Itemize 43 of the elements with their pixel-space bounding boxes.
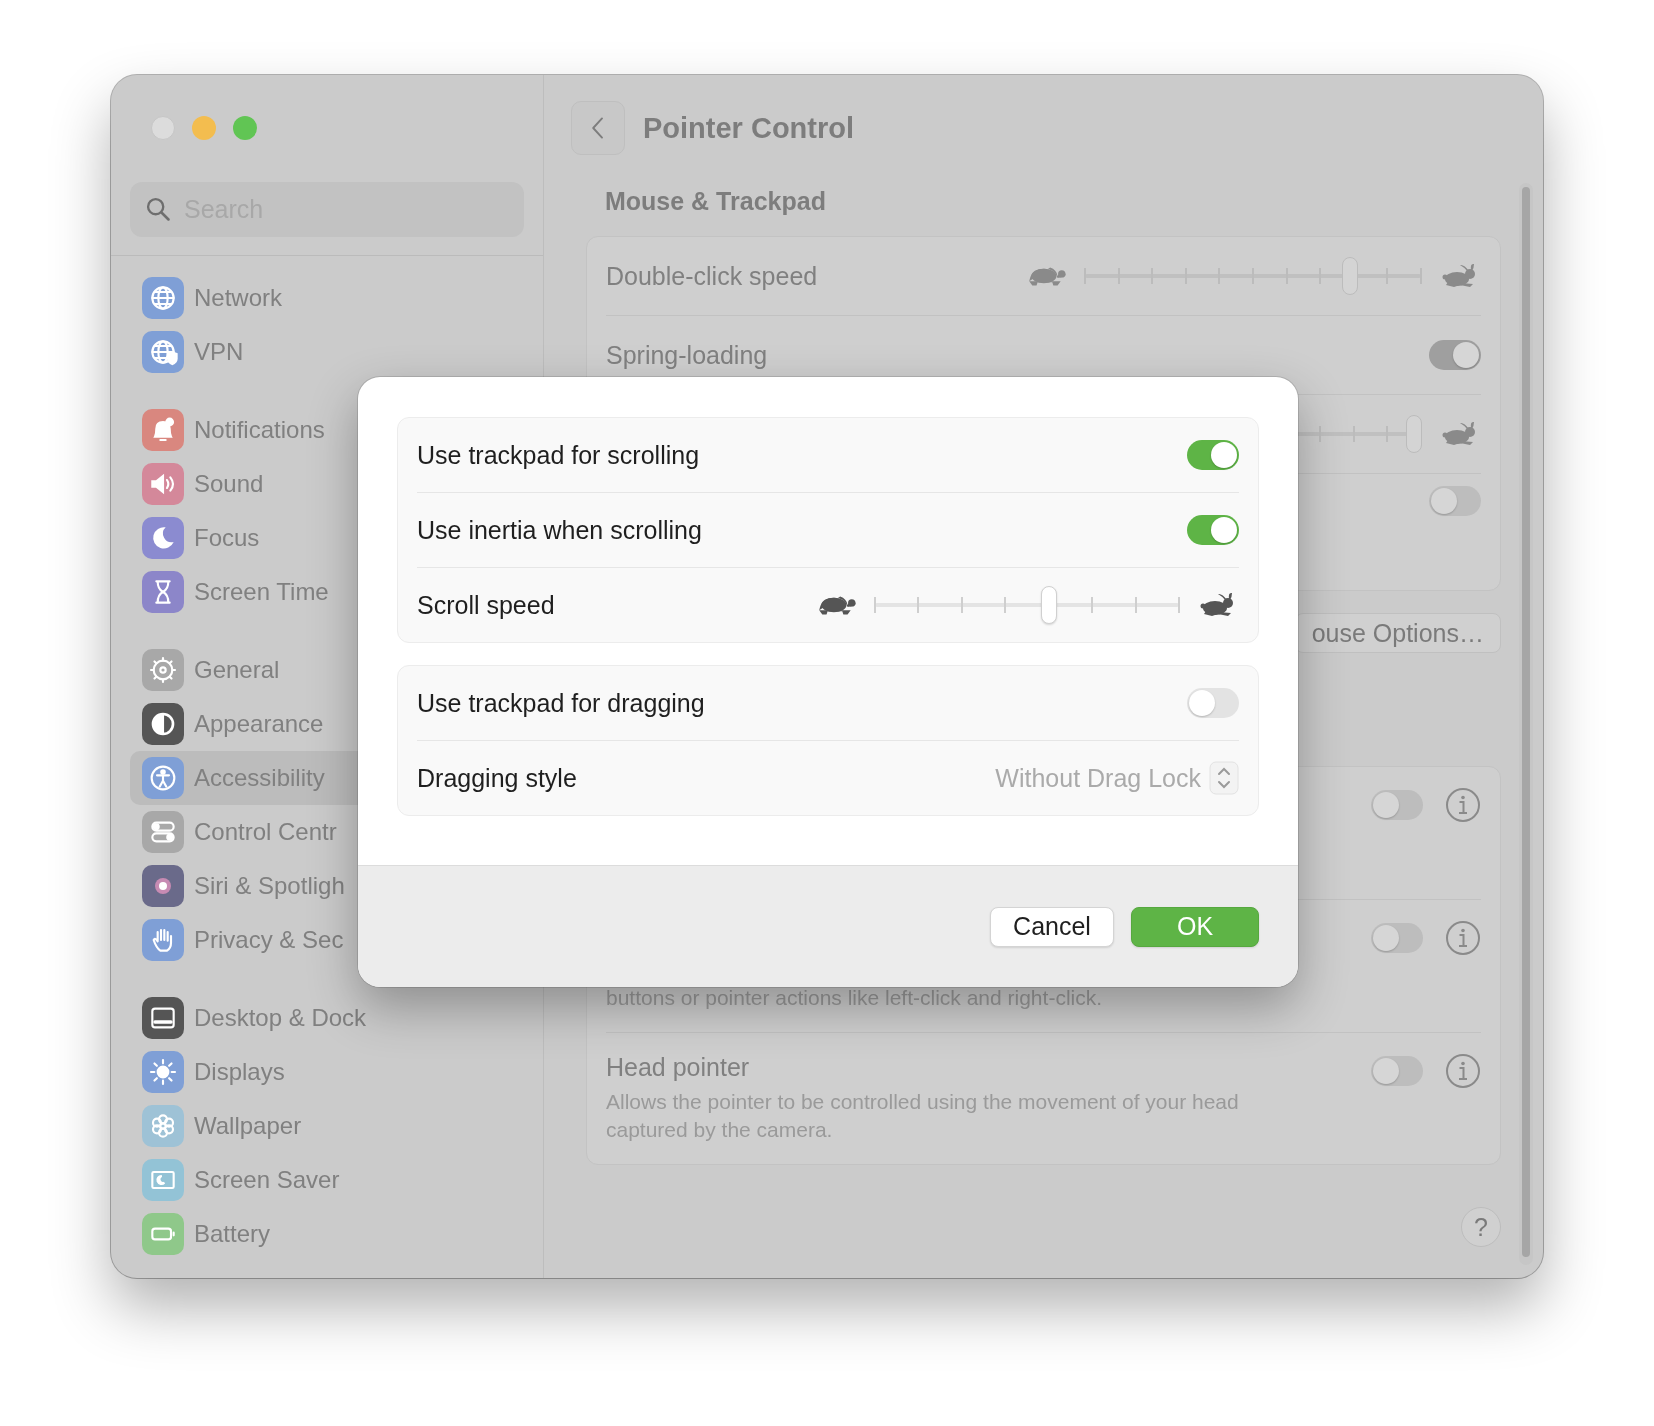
search-icon <box>144 195 172 223</box>
toggle-switch[interactable] <box>1371 923 1423 953</box>
setting-label: Spring-loading <box>606 340 768 370</box>
sidebar-item[interactable]: Control Centr <box>130 805 524 859</box>
setting-label: Use trackpad for scrolling <box>417 440 700 470</box>
info-icon[interactable] <box>1445 1053 1481 1089</box>
setting-label: Head pointer <box>606 1053 751 1082</box>
setting-label: Scroll speed <box>417 590 555 620</box>
sidebar-item[interactable]: VPN <box>130 325 524 379</box>
zoom-button[interactable] <box>233 116 257 140</box>
slider-thumb[interactable] <box>1040 586 1057 624</box>
sidebar-item[interactable]: Siri & Spotligh <box>130 859 524 913</box>
ok-button[interactable]: OK <box>1131 906 1259 947</box>
setting-label: Use trackpad for dragging <box>417 688 705 718</box>
sidebar-item[interactable]: Battery <box>130 1207 524 1261</box>
scrollbar[interactable] <box>1519 183 1533 1265</box>
sidebar-item[interactable]: Desktop & Dock <box>130 991 524 1045</box>
toggle-switch[interactable] <box>1371 1056 1423 1086</box>
back-button[interactable] <box>571 101 625 155</box>
chevron-up-down-icon <box>1209 761 1239 795</box>
toggle-switch[interactable] <box>1429 486 1481 516</box>
info-icon[interactable] <box>1445 920 1481 956</box>
toggle-switch[interactable] <box>1187 440 1239 470</box>
sidebar-item[interactable]: Displays <box>130 1045 524 1099</box>
info-icon[interactable] <box>1445 787 1481 823</box>
cancel-button[interactable]: Cancel <box>990 906 1114 947</box>
setting-label: Double-click speed <box>606 261 818 291</box>
sidebar-item[interactable]: Wallpaper <box>130 1099 524 1153</box>
slider-thumb[interactable] <box>1406 415 1423 453</box>
slider-thumb[interactable] <box>1342 257 1359 295</box>
toggle-switch[interactable] <box>1429 340 1481 370</box>
help-button[interactable]: ? <box>1461 1207 1501 1247</box>
setting-label: Use inertia when scrolling <box>417 515 702 545</box>
toggle-switch[interactable] <box>1187 515 1239 545</box>
toggle-switch[interactable] <box>1187 688 1239 718</box>
minimize-button[interactable] <box>192 116 216 140</box>
chevron-left-icon <box>590 115 606 141</box>
toggle-switch[interactable] <box>1371 790 1423 820</box>
sidebar-item[interactable]: Privacy & Sec <box>130 913 524 967</box>
page-title: Pointer Control <box>643 111 855 145</box>
sidebar-item[interactable]: Network <box>130 271 524 325</box>
sidebar-item[interactable]: Screen Saver <box>130 1153 524 1207</box>
section-title: Mouse & Trackpad <box>604 186 827 217</box>
